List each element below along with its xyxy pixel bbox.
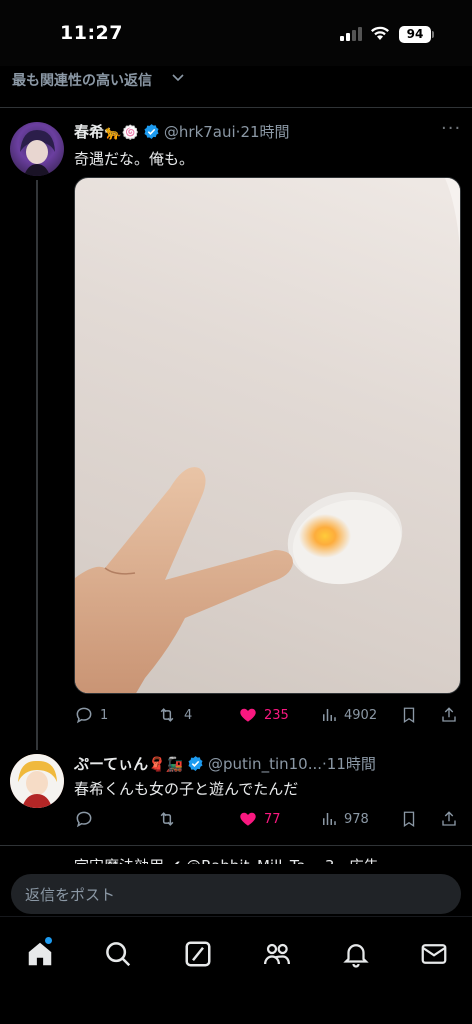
share-button[interactable] xyxy=(440,702,458,728)
heart-filled-icon xyxy=(240,708,256,722)
bottom-navigation xyxy=(0,916,472,1024)
partial-tweet-row[interactable]: 宇宙魔法効用 ✔ @Rabbit_Mill_Ta... 3 · 広告 xyxy=(0,846,472,864)
share-button[interactable] xyxy=(440,806,458,832)
retweet-icon xyxy=(160,812,174,826)
verified-badge-icon[interactable] xyxy=(143,123,160,140)
display-name[interactable]: ぷーてぃん xyxy=(74,755,148,773)
mail-icon[interactable] xyxy=(419,939,449,969)
share-icon xyxy=(442,811,456,826)
notification-dot xyxy=(45,937,52,944)
search-icon[interactable] xyxy=(103,939,133,969)
reply-count: 1 xyxy=(100,707,109,723)
like-count: 235 xyxy=(264,707,289,723)
reply-button[interactable]: 1 xyxy=(74,702,108,728)
partial-tweet-header: 宇宙魔法効用 ✔ @Rabbit_Mill_Ta... 3 · 広告 xyxy=(74,855,379,864)
bell-icon[interactable] xyxy=(341,939,371,969)
views-button[interactable]: 4902 xyxy=(320,702,377,728)
display-name[interactable]: 春希 xyxy=(74,123,104,141)
like-count: 77 xyxy=(264,811,281,827)
reply-icon xyxy=(76,811,92,828)
more-options-icon[interactable]: ··· xyxy=(441,118,461,139)
reply-composer: 返信をポスト xyxy=(0,864,472,916)
view-count: 978 xyxy=(344,811,369,827)
like-button[interactable]: 77 xyxy=(238,806,281,832)
reply-icon xyxy=(76,707,92,724)
name-emojis: 🐆🍥 xyxy=(104,125,139,141)
views-button[interactable]: 978 xyxy=(320,806,369,832)
tweet-actions: 77 978 xyxy=(74,806,464,832)
retweet-count: 4 xyxy=(184,707,193,723)
name-emojis: 🧣🚂 xyxy=(148,757,183,773)
grok-icon[interactable] xyxy=(183,939,213,969)
retweet-button[interactable] xyxy=(156,806,178,832)
home-icon[interactable] xyxy=(25,939,55,969)
timestamp[interactable]: ·21時間 xyxy=(236,123,290,141)
tweet-text: 春希くんも女の子と遊んでたんだ xyxy=(74,780,299,798)
retweet-button[interactable]: 4 xyxy=(156,702,192,728)
verified-badge-icon[interactable] xyxy=(187,755,204,772)
retweet-icon xyxy=(160,708,174,722)
avatar[interactable] xyxy=(10,122,64,176)
clock: 11:27 xyxy=(60,22,123,44)
handle[interactable]: @hrk7aui xyxy=(164,123,236,141)
cellular-signal-icon xyxy=(340,27,362,41)
handle[interactable]: @putin_tin10... xyxy=(208,755,322,773)
reply-sort-bar[interactable]: 最も関連性の高い返信 xyxy=(0,66,472,108)
avatar[interactable] xyxy=(10,754,64,808)
tweet-actions: 1 4 235 4902 xyxy=(74,702,464,728)
tweet-media-image[interactable] xyxy=(74,177,461,694)
heart-filled-icon xyxy=(240,812,256,826)
bookmark-button[interactable] xyxy=(400,806,418,832)
like-button[interactable]: 235 xyxy=(238,702,289,728)
status-bar: 11:27 94 xyxy=(0,0,472,66)
battery-cap xyxy=(432,31,434,38)
bookmark-icon xyxy=(403,811,415,828)
share-icon xyxy=(442,707,456,722)
wifi-icon xyxy=(371,26,389,40)
thread-connector-line xyxy=(36,180,38,750)
reply-button[interactable] xyxy=(74,806,94,832)
bookmark-button[interactable] xyxy=(400,702,418,728)
timestamp[interactable]: ·11時間 xyxy=(322,755,376,773)
views-icon xyxy=(323,813,336,825)
tweet-text: 奇遇だな。俺も。 xyxy=(74,150,195,168)
chevron-down-icon[interactable] xyxy=(171,72,185,84)
views-icon xyxy=(323,709,336,721)
bookmark-icon xyxy=(403,707,415,724)
view-count: 4902 xyxy=(344,707,378,723)
tweet-header: ぷーてぃん🧣🚂 @putin_tin10...·11時間 xyxy=(74,753,376,774)
communities-icon[interactable] xyxy=(262,939,292,969)
reply-input[interactable]: 返信をポスト xyxy=(11,874,461,914)
tweet-header: 春希🐆🍥 @hrk7aui·21時間 xyxy=(74,121,290,142)
reply-sort-label[interactable]: 最も関連性の高い返信 xyxy=(12,70,152,90)
battery-icon: 94 xyxy=(399,26,431,43)
